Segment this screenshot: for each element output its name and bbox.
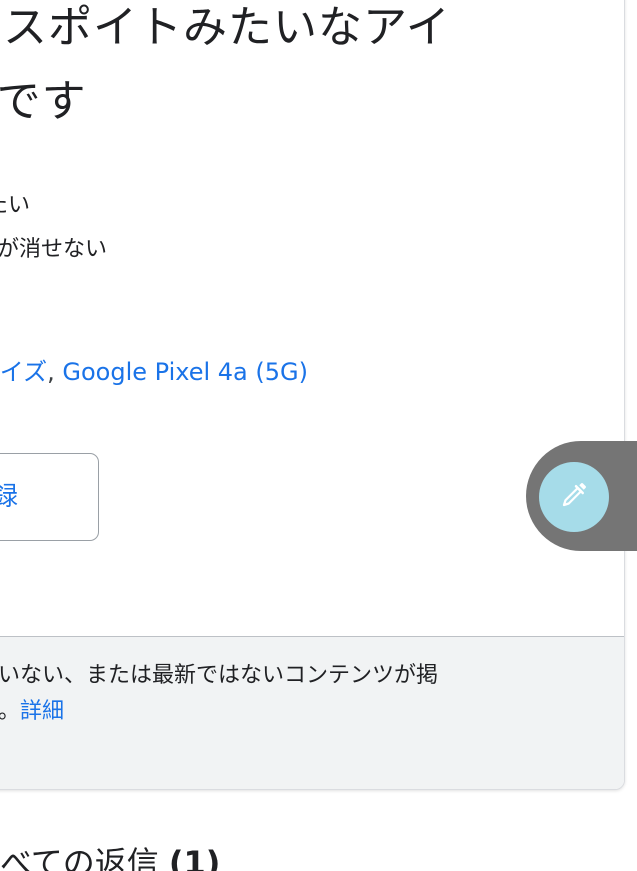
topic-separator: , [47, 358, 55, 386]
eyedropper-icon [559, 480, 589, 514]
notice-details-link[interactable]: 詳細 [20, 699, 64, 724]
topic-links: アイズ, Google Pixel 4a (5G) [0, 354, 308, 390]
notice-text: いない、または最新ではないコンテンツが掲 [0, 663, 439, 688]
follow-button[interactable]: 録 [0, 453, 99, 541]
replies-heading: べての返信 (1) [0, 838, 220, 871]
notice-text-2: 。詳細 [0, 693, 64, 725]
topic-link-device[interactable]: Google Pixel 4a (5G) [62, 358, 308, 386]
title-line-2: いです [0, 76, 87, 127]
eyedropper-button[interactable] [539, 462, 609, 532]
title-line-1: スポイトみたいなアイ [3, 2, 451, 53]
replies-heading-label: べての返信 [0, 844, 159, 871]
replies-count: (1) [168, 844, 221, 871]
body-line-1: たい [0, 193, 31, 218]
body-line-2: るが消せない [0, 237, 108, 262]
page: スポイトみたいなアイ いです たい るが消せない アイズ, Google Pix… [0, 0, 637, 871]
topic-link-category[interactable]: アイズ [0, 358, 47, 386]
notice-prefix: 。 [0, 699, 21, 724]
question-card: スポイトみたいなアイ いです たい るが消せない アイズ, Google Pix… [0, 0, 625, 790]
page-title: スポイトみたいなアイ いです [0, 0, 621, 139]
question-body: たい るが消せない [0, 193, 107, 272]
outdated-content-notice: いない、または最新ではないコンテンツが掲 。詳細 [0, 636, 624, 789]
